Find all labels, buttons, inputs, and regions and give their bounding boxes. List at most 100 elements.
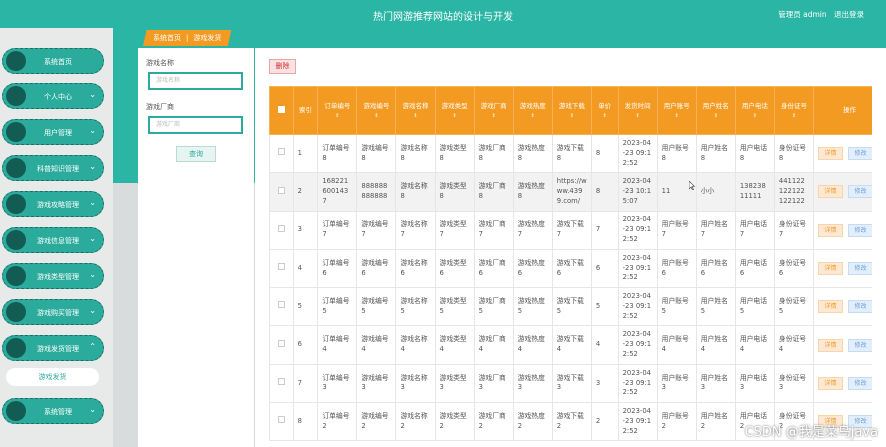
sidebar-item-game-info[interactable]: 游戏信息管理 ⌄ xyxy=(2,227,104,253)
row-select-cell[interactable] xyxy=(269,287,294,327)
detail-button[interactable]: 详情 xyxy=(817,147,843,161)
table-cell: 游戏编号5 xyxy=(356,287,397,327)
table-cell: 游戏厂商6 xyxy=(473,248,514,289)
submenu-shipping[interactable]: 游戏发货 xyxy=(6,368,99,386)
row-checkbox[interactable] xyxy=(277,339,285,347)
detail-button[interactable]: 详情 xyxy=(817,262,843,276)
column-header-label: 操作 xyxy=(842,106,856,115)
row-select-cell[interactable] xyxy=(269,172,294,212)
row-select-cell[interactable] xyxy=(269,133,294,174)
column-header[interactable]: 索引 xyxy=(292,86,319,135)
row-select-cell[interactable] xyxy=(269,402,294,442)
sidebar-item-purchases[interactable]: 游戏购买管理 ⌄ xyxy=(2,299,104,325)
column-header[interactable]: 用户姓名 ⇕ xyxy=(695,86,736,135)
table-row[interactable]: 7 订单编号3 游戏编号3 游戏名称3 游戏类型3 游戏厂商3 游戏热度3 游戏下载3 3 202… xyxy=(269,363,886,404)
sidebar-item-guides[interactable]: 游戏攻略管理 ⌄ xyxy=(2,191,104,217)
game-name-input[interactable]: 游戏名称 xyxy=(148,72,243,90)
edit-button[interactable]: 修改 xyxy=(847,147,873,161)
breadcrumb-home[interactable]: 系统首页 xyxy=(153,34,181,42)
column-header[interactable]: 订单编号 ⇕ xyxy=(317,86,358,135)
scrollbar[interactable] xyxy=(872,48,886,447)
row-checkbox[interactable] xyxy=(277,148,285,156)
sort-icon: ⇕ xyxy=(674,112,679,119)
column-header[interactable]: 游戏编号 ⇕ xyxy=(356,86,397,135)
row-select-cell[interactable] xyxy=(269,325,294,365)
table-cell: 用户账号8 xyxy=(656,133,697,174)
column-header[interactable]: 用户电话 ⇕ xyxy=(734,86,775,135)
row-checkbox[interactable] xyxy=(277,301,285,309)
table-cell: 用户姓名6 xyxy=(695,248,736,289)
column-header[interactable]: 游戏厂商 ⇕ xyxy=(473,86,514,135)
table-cell: 2023-04-23 10:15:07 xyxy=(617,172,658,212)
sort-icon: ⇕ xyxy=(374,112,379,119)
table-cell: 游戏厂商5 xyxy=(473,287,514,327)
row-select-cell[interactable] xyxy=(269,363,294,404)
chevron-down-icon: ⌄ xyxy=(89,405,96,414)
detail-button[interactable]: 详情 xyxy=(817,376,843,390)
row-checkbox[interactable] xyxy=(277,263,285,271)
sidebar-item-profile[interactable]: 个人中心 ⌄ xyxy=(2,83,104,109)
sidebar-item-label: 游戏类型管理 xyxy=(37,273,79,281)
column-header[interactable]: 单价 ⇕ xyxy=(590,86,619,135)
table-cell: 游戏厂商2 xyxy=(473,402,514,442)
select-all-checkbox[interactable] xyxy=(269,86,294,135)
table-cell: 身份证号8 xyxy=(773,133,814,174)
detail-button[interactable]: 详情 xyxy=(817,338,843,352)
table-cell: 7 xyxy=(590,210,619,250)
table-cell: 游戏热度7 xyxy=(512,210,553,250)
edit-button[interactable]: 修改 xyxy=(847,223,873,237)
table-cell: 3 xyxy=(590,363,619,404)
table-cell: 游戏下载2 xyxy=(551,402,592,442)
row-checkbox[interactable] xyxy=(277,186,285,194)
column-header[interactable]: 身份证号 ⇕ xyxy=(773,86,814,135)
sidebar-item-label: 系统管理 xyxy=(44,408,72,416)
detail-button[interactable]: 详情 xyxy=(817,185,843,199)
query-button[interactable]: 查询 xyxy=(176,146,216,162)
edit-button[interactable]: 修改 xyxy=(847,262,873,276)
table-row[interactable]: 6 订单编号4 游戏编号4 游戏名称4 游戏类型4 游戏厂商4 游戏热度4 游戏下载4 4 202… xyxy=(269,325,886,365)
table-row[interactable]: 3 订单编号7 游戏编号7 游戏名称7 游戏类型7 游戏厂商7 游戏热度7 游戏下载7 7 202… xyxy=(269,210,886,250)
table-cell: 用户账号3 xyxy=(656,363,697,404)
column-header[interactable]: 游戏热度 ⇕ xyxy=(512,86,553,135)
edit-button[interactable]: 修改 xyxy=(847,300,873,314)
column-header-label: 用户账号 xyxy=(663,101,690,110)
row-select-cell[interactable] xyxy=(269,210,294,250)
table-cell: 身份证号3 xyxy=(773,363,814,404)
table-cell: 游戏名称2 xyxy=(395,402,436,442)
sort-icon: ⇕ xyxy=(713,112,718,119)
edit-button[interactable]: 修改 xyxy=(847,185,873,199)
edit-button[interactable]: 修改 xyxy=(847,338,873,352)
detail-button[interactable]: 详情 xyxy=(817,223,843,237)
sidebar-item-users[interactable]: 用户管理 ⌄ xyxy=(2,119,104,145)
detail-button[interactable]: 详情 xyxy=(817,300,843,314)
row-checkbox[interactable] xyxy=(277,224,285,232)
table-cell: 游戏编号3 xyxy=(356,363,397,404)
edit-button[interactable]: 修改 xyxy=(847,376,873,390)
table-cell: 游戏厂商7 xyxy=(473,210,514,250)
table-row[interactable]: 2 1682216001437 888888888888 游戏名称8 游戏类型8 游戏厂商… xyxy=(269,172,886,212)
column-header[interactable]: 游戏名称 ⇕ xyxy=(395,86,436,135)
sidebar-item-shipping[interactable]: 游戏发货管理 ⌃ xyxy=(2,335,104,361)
sidebar-item-game-types[interactable]: 游戏类型管理 ⌄ xyxy=(2,263,104,289)
row-checkbox[interactable] xyxy=(277,416,285,424)
menu-dot-icon xyxy=(6,266,26,286)
game-vendor-input[interactable]: 游戏厂商 xyxy=(148,116,243,134)
sidebar-item-home[interactable]: 系统首页 xyxy=(2,48,104,74)
sidebar: 系统首页 个人中心 ⌄ 用户管理 ⌄ 科普知识管理 ⌄ 游戏攻略管理 ⌄ 游戏信… xyxy=(0,28,113,447)
logout-link[interactable]: 退出登录 xyxy=(834,10,864,19)
sidebar-item-system[interactable]: 系统管理 ⌄ xyxy=(2,398,104,424)
column-header[interactable]: 游戏下载 ⇕ xyxy=(551,86,592,135)
table-cell: 身份证号6 xyxy=(773,248,814,289)
sidebar-item-science[interactable]: 科普知识管理 ⌄ xyxy=(2,155,104,181)
column-header[interactable]: 游戏类型 ⇕ xyxy=(434,86,475,135)
table-row[interactable]: 4 订单编号6 游戏编号6 游戏名称6 游戏类型6 游戏厂商6 游戏热度6 游戏下载6 6 202… xyxy=(269,248,886,289)
table-cell: 游戏名称5 xyxy=(395,287,436,327)
delete-button[interactable]: 删除 xyxy=(269,59,296,74)
column-header[interactable]: 用户账号 ⇕ xyxy=(656,86,697,135)
row-checkbox[interactable] xyxy=(277,378,285,385)
table-row[interactable]: 1 订单编号8 游戏编号8 游戏名称8 游戏类型8 游戏厂商8 游戏热度8 游戏下载8 8 202… xyxy=(269,133,886,174)
table-row[interactable]: 5 订单编号5 游戏编号5 游戏名称5 游戏类型5 游戏厂商5 游戏热度5 游戏下载5 5 202… xyxy=(269,287,886,327)
column-header[interactable]: 发货时间 ⇕ xyxy=(617,86,658,135)
row-select-cell[interactable] xyxy=(269,248,294,289)
column-header-label: 游戏热度 xyxy=(519,101,546,110)
